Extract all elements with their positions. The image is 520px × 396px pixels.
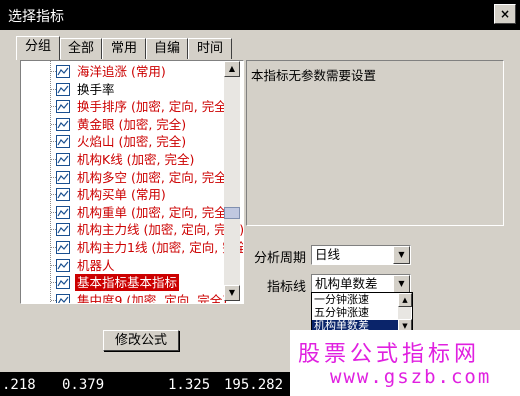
indicator-chart-icon	[56, 100, 70, 114]
tab-label: 时间	[196, 41, 223, 56]
dropdown-option[interactable]: 五分钟涨速	[314, 307, 369, 319]
indicator-chart-icon	[56, 82, 70, 96]
tree-item-label: 换手率	[77, 81, 115, 97]
tree-item-label: 火焰山 (加密, 完全)	[77, 134, 187, 150]
scroll-up-arrow-icon[interactable]: ▲	[398, 293, 412, 307]
indicator-line-label: 指标线	[267, 280, 307, 295]
tree-item[interactable]: 火焰山 (加密, 完全)	[21, 133, 231, 150]
tree-item[interactable]: 机构买单 (常用)	[21, 186, 231, 203]
close-icon: ×	[499, 7, 511, 21]
tree-item-label: 机构重单 (加密, 定向, 完全)	[77, 204, 232, 220]
tree-item[interactable]: 换手率	[21, 81, 231, 98]
button-label: 修改公式	[114, 333, 167, 348]
tab-common[interactable]: 常用	[102, 38, 146, 59]
tree-item[interactable]: 机器人	[21, 257, 231, 274]
period-label: 分析周期	[254, 251, 307, 266]
watermark: 股票公式指标网 www.gszb.com	[290, 330, 520, 396]
tab-time[interactable]: 时间	[188, 38, 232, 59]
tree-item-label: 机构买单 (常用)	[77, 187, 166, 203]
tree-item[interactable]: 换手排序 (加密, 定向, 完全)	[21, 98, 232, 115]
select-indicator-dialog: 选择指标 × 分组 全部 常用 自编 时间 海洋追涨 (常用) 换手率换手排序 (…	[0, 0, 520, 372]
indicator-chart-icon	[56, 65, 70, 78]
tree-scrollbar[interactable]: ▲ ▼	[224, 61, 240, 301]
period-value: 日线	[315, 247, 341, 262]
tree-item[interactable]: 黄金眼 (加密, 完全)	[21, 116, 231, 133]
indicator-info-panel: 本指标无参数需要设置	[246, 60, 504, 226]
indicator-chart-icon	[56, 188, 70, 202]
tab-label: 常用	[110, 41, 137, 56]
indicator-chart-icon	[56, 170, 70, 184]
tree-item[interactable]: 机构主力线 (加密, 定向, 完全)	[21, 221, 243, 238]
status-value: 195.282	[224, 377, 284, 393]
modify-formula-button[interactable]: 修改公式	[103, 330, 179, 351]
info-text: 本指标无参数需要设置	[251, 68, 377, 83]
status-value: .218	[2, 377, 36, 393]
indicator-line-select[interactable]: 机构单数差 ▼	[311, 274, 411, 294]
tab-label: 自编	[153, 41, 180, 56]
status-value: 0.379	[62, 377, 105, 393]
indicator-chart-icon	[56, 223, 70, 237]
tree-item[interactable]: 机构主力1线 (加密, 定向, 完全)	[21, 239, 243, 256]
tree-item[interactable]: 基本指标基本指标	[21, 274, 231, 292]
dropdown-option[interactable]: 一分钟涨速	[314, 294, 369, 306]
tree-item-label: 机构主力1线 (加密, 定向, 完全)	[77, 240, 244, 255]
indicator-tree[interactable]: 海洋追涨 (常用) 换手率换手排序 (加密, 定向, 完全) 黄金眼 (加密, 完全…	[20, 60, 244, 304]
indicator-line-dropdown[interactable]: 一分钟涨速 五分钟涨速 机构单数差 ▲ ▼	[311, 292, 413, 334]
indicator-chart-icon	[56, 117, 70, 131]
tree-item[interactable]: 海洋追涨 (常用)	[21, 63, 231, 80]
title-bar: 选择指标 ×	[0, 0, 520, 30]
window-title: 选择指标	[8, 9, 64, 25]
chevron-down-icon[interactable]: ▼	[393, 246, 410, 264]
watermark-url: www.gszb.com	[330, 366, 492, 388]
tab-custom[interactable]: 自编	[146, 38, 188, 59]
indicator-chart-icon	[56, 135, 70, 149]
indicator-chart-icon	[56, 293, 70, 303]
chevron-down-icon[interactable]: ▼	[393, 275, 410, 293]
indicator-chart-icon	[56, 153, 70, 166]
tab-label: 分组	[24, 39, 51, 54]
scroll-up-arrow-icon[interactable]: ▲	[224, 61, 240, 77]
period-select[interactable]: 日线 ▼	[311, 245, 411, 265]
scroll-thumb[interactable]	[224, 207, 240, 219]
tree-item-label: 基本指标基本指标	[75, 274, 180, 292]
tree-item[interactable]: 机构多空 (加密, 定向, 完全)	[21, 169, 232, 186]
tree-item-label: 集中度9 (加密, 定向, 完全)	[77, 292, 228, 304]
indicator-chart-icon	[56, 205, 70, 219]
tree-item[interactable]: 机构重单 (加密, 定向, 完全)	[21, 204, 232, 221]
dropdown-scrollbar[interactable]: ▲ ▼	[398, 293, 412, 333]
scroll-down-arrow-icon[interactable]: ▼	[224, 285, 240, 301]
tree-item-label: 换手排序 (加密, 定向, 完全)	[77, 99, 232, 115]
watermark-title: 股票公式指标网	[298, 342, 481, 367]
tree-item-label: 机构K线 (加密, 完全)	[77, 152, 195, 167]
indicator-chart-icon	[56, 258, 70, 272]
tab-label: 全部	[67, 41, 94, 56]
status-value: 1.325	[168, 377, 211, 393]
tree-item-label: 机构多空 (加密, 定向, 完全)	[77, 169, 232, 185]
tab-group[interactable]: 分组	[16, 36, 60, 60]
close-button[interactable]: ×	[494, 4, 516, 24]
indicator-line-value: 机构单数差	[315, 276, 378, 291]
tree-item-label: 机器人	[77, 257, 115, 273]
tree-item[interactable]: 集中度9 (加密, 定向, 完全)	[21, 292, 231, 304]
tab-all[interactable]: 全部	[60, 38, 102, 59]
tree-item-label: 机构主力线 (加密, 定向, 完全)	[77, 222, 244, 238]
indicator-chart-icon	[56, 241, 70, 254]
tree-item[interactable]: 机构K线 (加密, 完全)	[21, 151, 231, 168]
indicator-chart-icon	[56, 276, 70, 290]
tree-item-label: 黄金眼 (加密, 完全)	[77, 116, 187, 132]
tree-item-label: 海洋追涨 (常用)	[77, 64, 166, 79]
